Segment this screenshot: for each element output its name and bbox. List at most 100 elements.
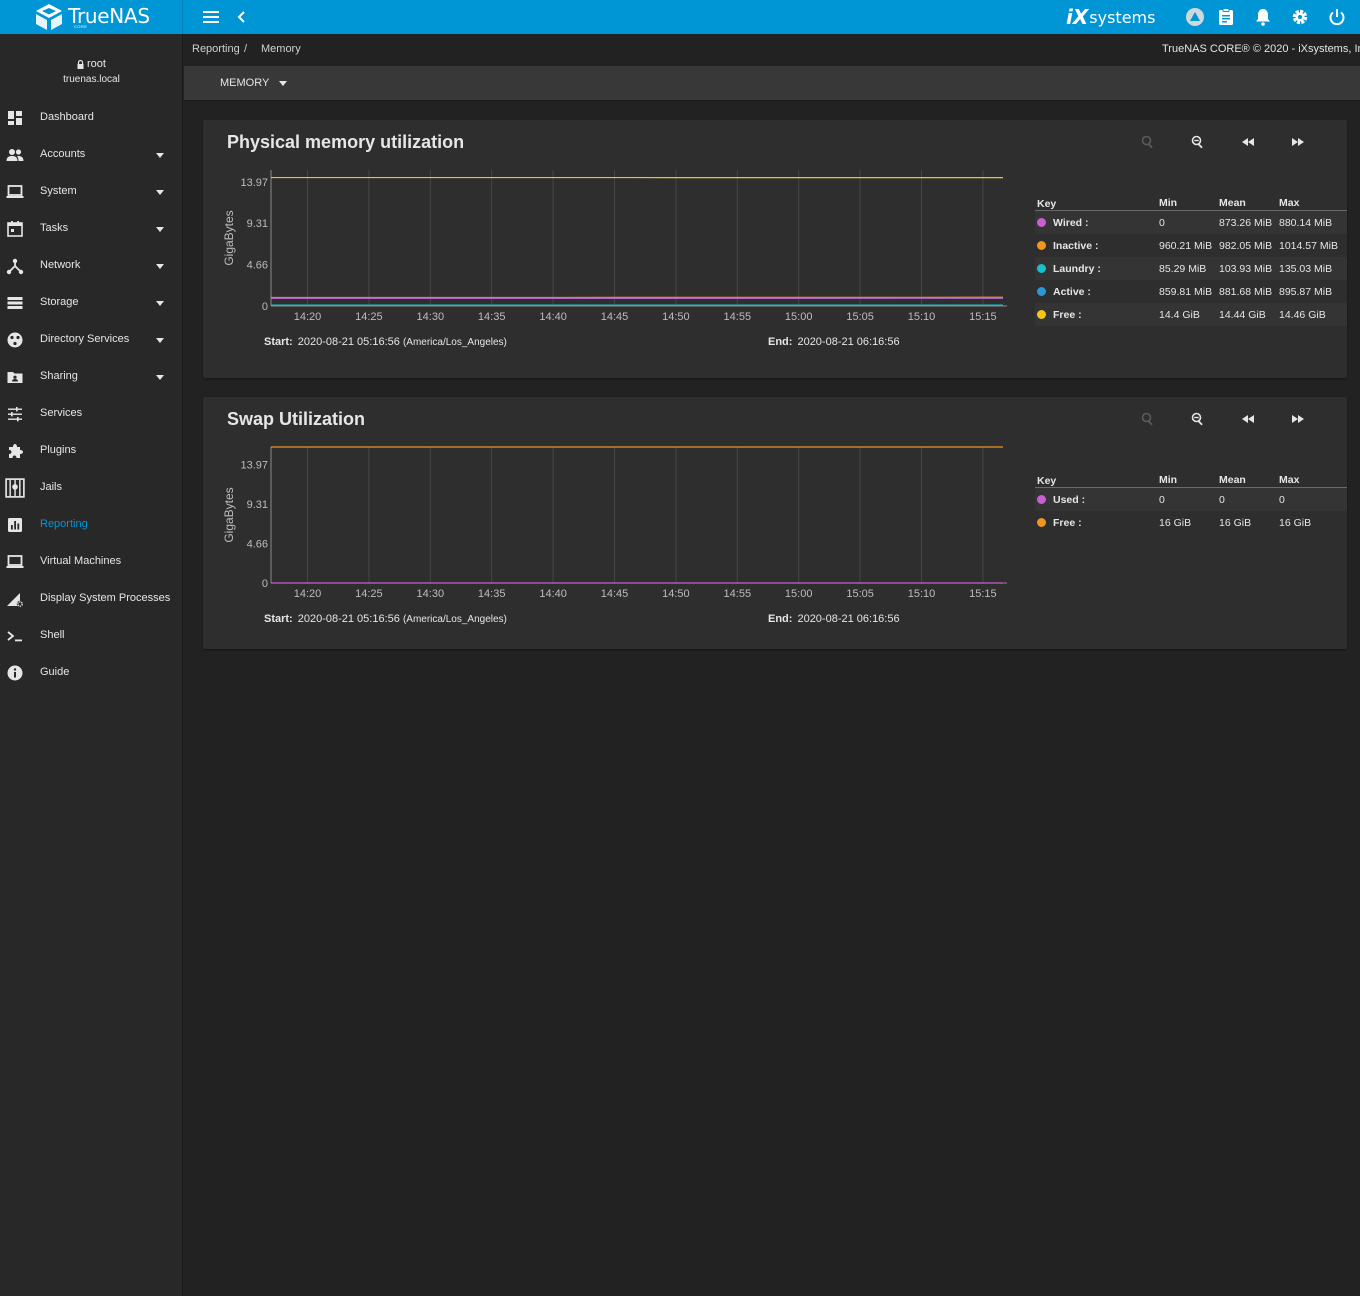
plot-area xyxy=(271,447,1007,583)
legend-key[interactable]: Used : xyxy=(1035,494,1159,506)
legend-header: Key Min Mean Max xyxy=(1035,474,1347,488)
sidebar-item-jails[interactable]: Jails xyxy=(0,470,183,507)
sidebar-item-directory-services[interactable]: Directory Services xyxy=(0,322,183,359)
brand-logo[interactable]: TrueNAS CORE xyxy=(0,0,183,34)
x-tick-label: 14:30 xyxy=(417,588,445,600)
legend-row: Free : 14.4 GiB 14.44 GiB 14.46 GiB xyxy=(1035,303,1347,326)
sidebar-item-label: Jails xyxy=(40,481,63,493)
sidebar-item-reporting[interactable]: Reporting xyxy=(0,507,183,544)
y-tick-label: 13.97 xyxy=(240,459,268,471)
start-value: 2020-08-21 05:16:56 xyxy=(297,336,400,348)
y-tick-label: 4.66 xyxy=(247,538,268,550)
legend-key[interactable]: Active : xyxy=(1035,286,1159,298)
chevron-down-icon xyxy=(156,227,164,232)
sidebar-item-network[interactable]: Network xyxy=(0,248,183,285)
legend-key[interactable]: Free : xyxy=(1035,309,1159,321)
sidebar-item-storage[interactable]: Storage xyxy=(0,285,183,322)
legend-color-dot xyxy=(1037,287,1046,296)
legend-key[interactable]: Inactive : xyxy=(1035,240,1159,252)
rewind-icon xyxy=(1242,138,1254,146)
storage-icon xyxy=(7,297,23,309)
sidebar-item-tasks[interactable]: Tasks xyxy=(0,211,183,248)
sidebar-item-plugins[interactable]: Plugins xyxy=(0,433,183,470)
notifications-button[interactable] xyxy=(1251,5,1275,29)
memory-line-chart: 14:20 14:25 14:30 14:35 14:40 14:45 14:50 14:55… xyxy=(222,170,1007,323)
collapse-sidebar-button[interactable] xyxy=(230,5,254,29)
legend-mean-value: 14.44 GiB xyxy=(1219,308,1266,321)
zoom-in-button[interactable] xyxy=(1138,411,1158,427)
range-start: Start: 2020-08-21 05:16:56 (America/Los_A… xyxy=(264,613,507,625)
end-label: End: xyxy=(768,613,793,625)
dashboard-icon xyxy=(8,111,22,125)
legend-key[interactable]: Wired : xyxy=(1035,217,1159,229)
breadcrumb-parent-link[interactable]: Reporting xyxy=(192,43,240,55)
network-icon xyxy=(6,258,24,275)
zoom-in-button[interactable] xyxy=(1138,134,1158,150)
sidebar-item-guide[interactable]: Guide xyxy=(0,655,183,692)
zoom-out-button[interactable] xyxy=(1188,134,1208,150)
menu-toggle-button[interactable] xyxy=(199,5,223,29)
card-title: Swap Utilization xyxy=(227,409,366,429)
power-icon xyxy=(1329,9,1345,26)
settings-button[interactable] xyxy=(1288,5,1312,29)
x-tick-label: 14:20 xyxy=(294,311,322,323)
legend-color-dot xyxy=(1037,241,1046,250)
truecommand-button[interactable] xyxy=(1183,5,1207,29)
sidebar-item-label: Services xyxy=(40,407,83,419)
rewind-icon xyxy=(1242,415,1254,423)
report-type-select[interactable]: MEMORY xyxy=(220,77,288,89)
legend-key[interactable]: Laundry : xyxy=(1035,263,1159,275)
x-tick-label: 15:10 xyxy=(908,311,936,323)
ixsystems-logo[interactable]: iX systems xyxy=(1066,5,1155,29)
x-tick-label: 14:50 xyxy=(662,311,690,323)
sidebar-item-virtual-machines[interactable]: Virtual Machines xyxy=(0,544,183,581)
sidebar-item-dashboard[interactable]: Dashboard xyxy=(0,100,183,137)
x-tick-label: 15:05 xyxy=(846,311,874,323)
legend-mean-value: 0 xyxy=(1219,493,1225,506)
breadcrumb-current: Memory xyxy=(261,43,301,55)
legend-key-label: Laundry : xyxy=(1053,262,1101,275)
legend-max-value: 1014.57 MiB xyxy=(1279,239,1338,252)
range-end: End: 2020-08-21 06:16:56 xyxy=(768,613,900,625)
sidebar-item-system[interactable]: System xyxy=(0,174,183,211)
step-forward-button[interactable] xyxy=(1288,411,1308,427)
chevron-down-icon xyxy=(156,375,164,380)
chevron-down-icon xyxy=(156,264,164,269)
y-tick-label: 0 xyxy=(262,301,268,313)
sidebar-item-sharing[interactable]: Sharing xyxy=(0,359,183,396)
start-label: Start: xyxy=(264,336,293,348)
legend-max-value: 895.87 MiB xyxy=(1279,285,1333,298)
sidebar-item-shell[interactable]: Shell xyxy=(0,618,183,655)
sidebar-item-display-system-processes[interactable]: Display System Processes xyxy=(0,581,183,618)
legend-key[interactable]: Free : xyxy=(1035,517,1159,529)
memory-legend-table: Key Min Mean Max Wired : 0 873.26 MiB 880.14 Mi… xyxy=(1035,197,1347,326)
lock-icon xyxy=(77,59,84,69)
sidebar-item-label: Virtual Machines xyxy=(40,555,122,567)
legend-row: Laundry : 85.29 MiB 103.93 MiB 135.03 MiB xyxy=(1035,257,1347,280)
sidebar-item-accounts[interactable]: Accounts xyxy=(0,137,183,174)
swap-utilization-card: Swap Utilization 14:20 14:25 14:30 14:35 14:… xyxy=(203,397,1347,649)
legend-min-value: 14.4 GiB xyxy=(1159,308,1200,321)
legend-key-label: Used : xyxy=(1053,493,1086,506)
legend-header: Key Min Mean Max xyxy=(1035,197,1347,211)
sidebar-item-services[interactable]: Services xyxy=(0,396,183,433)
end-value: 2020-08-21 06:16:56 xyxy=(797,613,900,625)
step-back-button[interactable] xyxy=(1238,134,1258,150)
power-button[interactable] xyxy=(1325,5,1349,29)
end-label: End: xyxy=(768,336,793,348)
zoom-out-button[interactable] xyxy=(1188,411,1208,427)
step-back-button[interactable] xyxy=(1238,411,1258,427)
breadcrumb-separator: / xyxy=(244,43,248,55)
menu-icon xyxy=(203,11,219,23)
plugins-puzzle-icon xyxy=(9,444,23,458)
task-manager-button[interactable] xyxy=(1214,5,1238,29)
tasks-calendar-icon xyxy=(7,221,23,237)
step-forward-button[interactable] xyxy=(1288,134,1308,150)
chevron-down-icon xyxy=(156,301,164,306)
sidebar-item-label: Guide xyxy=(40,666,70,678)
system-laptop-icon xyxy=(6,185,24,198)
sidebar-item-label: Accounts xyxy=(40,148,86,160)
legend-row: Inactive : 960.21 MiB 982.05 MiB 1014.57 Mi… xyxy=(1035,234,1347,257)
brand-edition: CORE xyxy=(74,24,88,29)
legend-mean-value: 873.26 MiB xyxy=(1219,216,1273,229)
